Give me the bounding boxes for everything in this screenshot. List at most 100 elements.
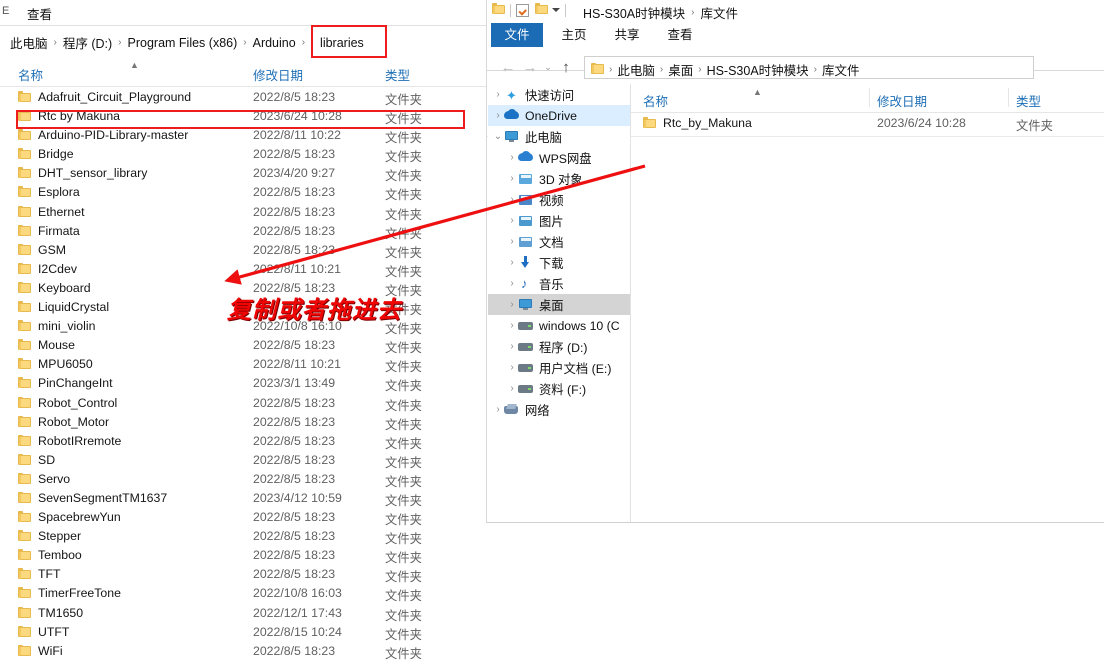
tab-view[interactable]: 查看	[27, 4, 52, 23]
left-address-bar[interactable]: 此电脑 › 程序 (D:) › Program Files (x86) › Ar…	[0, 27, 486, 85]
properties-checkbox-icon[interactable]	[516, 3, 529, 17]
breadcrumb-item-3[interactable]: Arduino	[252, 36, 297, 50]
column-header-type[interactable]: 类型	[1016, 91, 1041, 110]
column-header-type[interactable]: 类型	[385, 65, 410, 84]
tab-share[interactable]: 共享	[604, 23, 650, 47]
tree-item-8[interactable]: › 下载	[488, 252, 630, 273]
table-row[interactable]: TimerFreeTone 2022/10/8 16:03 文件夹	[0, 584, 486, 603]
table-row[interactable]: Rtc by Makuna 2023/6/24 10:28 文件夹	[0, 107, 486, 126]
chevron-right-icon[interactable]: ›	[506, 173, 518, 184]
chevron-right-icon[interactable]: ›	[492, 404, 504, 415]
tree-item-15[interactable]: › 网络	[488, 399, 630, 420]
breadcrumb-item-1[interactable]: 程序 (D:)	[62, 33, 113, 52]
tab-file-truncated[interactable]: E	[2, 5, 9, 17]
table-row[interactable]: Robot_Motor 2022/8/5 18:23 文件夹	[0, 413, 486, 432]
folder-icon	[18, 358, 31, 370]
left-column-header: 名称 ▲ 修改日期 类型	[0, 58, 486, 87]
column-divider[interactable]	[869, 88, 870, 107]
tab-view[interactable]: 查看	[657, 23, 703, 47]
tree-item-4[interactable]: › 3D 对象	[488, 168, 630, 189]
address-crumb-2[interactable]: HS-S30A时钟模块	[707, 60, 809, 79]
table-row[interactable]: PinChangeInt 2023/3/1 13:49 文件夹	[0, 374, 486, 393]
chevron-right-icon[interactable]: ›	[506, 362, 518, 373]
column-divider[interactable]	[1008, 88, 1009, 107]
table-row[interactable]: UTFT 2022/8/15 10:24 文件夹	[0, 623, 486, 642]
chevron-right-icon[interactable]: ›	[506, 215, 518, 226]
chevron-right-icon[interactable]: ›	[506, 152, 518, 163]
table-row[interactable]: DHT_sensor_library 2023/4/20 9:27 文件夹	[0, 164, 486, 183]
customize-dropdown-icon[interactable]	[552, 8, 560, 12]
chevron-right-icon[interactable]: ›	[506, 341, 518, 352]
chevron-right-icon[interactable]: ›	[506, 194, 518, 205]
column-header-date[interactable]: 修改日期	[253, 65, 303, 84]
breadcrumb-item-0[interactable]: 此电脑	[9, 33, 49, 52]
tree-item-0[interactable]: › ✦ 快速访问	[488, 84, 630, 105]
new-folder-icon[interactable]	[535, 3, 548, 17]
up-arrow-icon[interactable]: ↑	[555, 59, 577, 76]
table-row[interactable]: Rtc_by_Makuna 2023/6/24 10:28 文件夹	[631, 113, 1104, 135]
table-row[interactable]: Bridge 2022/8/5 18:23 文件夹	[0, 145, 486, 164]
left-file-list[interactable]: Adafruit_Circuit_Playground 2022/8/5 18:2…	[0, 88, 486, 660]
tree-item-13[interactable]: › 用户文档 (E:)	[488, 357, 630, 378]
column-header-name[interactable]: 名称	[18, 65, 43, 84]
column-header-name[interactable]: 名称	[643, 91, 668, 110]
table-row[interactable]: Stepper 2022/8/5 18:23 文件夹	[0, 527, 486, 546]
file-type-cell: 文件夹	[385, 150, 422, 165]
forward-arrow-icon[interactable]: →	[519, 59, 541, 76]
recent-locations-icon[interactable]: ⌄	[541, 62, 555, 73]
chevron-right-icon[interactable]: ›	[492, 110, 504, 121]
address-crumb-3[interactable]: 库文件	[822, 60, 860, 79]
tree-item-12[interactable]: › 程序 (D:)	[488, 336, 630, 357]
table-row[interactable]: Firmata 2022/8/5 18:23 文件夹	[0, 222, 486, 241]
column-header-date[interactable]: 修改日期	[877, 91, 927, 110]
tree-item-3[interactable]: › WPS网盘	[488, 147, 630, 168]
chevron-right-icon[interactable]: ›	[506, 320, 518, 331]
right-file-list[interactable]: Rtc_by_Makuna 2023/6/24 10:28 文件夹	[631, 113, 1104, 135]
table-row[interactable]: SevenSegmentTM1637 2023/4/12 10:59 文件夹	[0, 489, 486, 508]
tree-item-2[interactable]: ⌄ 此电脑	[488, 126, 630, 147]
tab-home[interactable]: 主页	[551, 23, 597, 47]
table-row[interactable]: Mouse 2022/8/5 18:23 文件夹	[0, 336, 486, 355]
table-row[interactable]: Esplora 2022/8/5 18:23 文件夹	[0, 183, 486, 202]
back-arrow-icon[interactable]: ←	[497, 59, 519, 76]
chevron-right-icon[interactable]: ›	[506, 236, 518, 247]
folder-icon[interactable]	[492, 3, 505, 17]
chevron-down-icon[interactable]: ⌄	[492, 131, 504, 142]
tree-item-9[interactable]: › ♪ 音乐	[488, 273, 630, 294]
table-row[interactable]: Temboo 2022/8/5 18:23 文件夹	[0, 546, 486, 565]
table-row[interactable]: WiFi 2022/8/5 18:23 文件夹	[0, 642, 486, 660]
table-row[interactable]: GSM 2022/8/5 18:23 文件夹	[0, 241, 486, 260]
chevron-right-icon[interactable]: ›	[506, 383, 518, 394]
breadcrumb-item-2[interactable]: Program Files (x86)	[127, 36, 239, 50]
tree-item-11[interactable]: › windows 10 (C	[488, 315, 630, 336]
tree-item-6[interactable]: › 图片	[488, 210, 630, 231]
quick-access-toolbar[interactable]	[492, 3, 571, 17]
table-row[interactable]: SD 2022/8/5 18:23 文件夹	[0, 451, 486, 470]
tree-item-7[interactable]: › 文档	[488, 231, 630, 252]
tree-item-1[interactable]: › OneDrive	[488, 105, 630, 126]
table-row[interactable]: MPU6050 2022/8/11 10:21 文件夹	[0, 355, 486, 374]
address-crumb-1[interactable]: 桌面	[668, 60, 693, 79]
chevron-right-icon[interactable]: ›	[492, 89, 504, 100]
table-row[interactable]: SpacebrewYun 2022/8/5 18:23 文件夹	[0, 508, 486, 527]
table-row[interactable]: Ethernet 2022/8/5 18:23 文件夹	[0, 203, 486, 222]
table-row[interactable]: RobotIRremote 2022/8/5 18:23 文件夹	[0, 432, 486, 451]
navigation-tree-pane[interactable]: › ✦ 快速访问 › OneDrive ⌄ 此电脑 › WPS网盘 › 3D 对象 › 视频 › 图片 › 文档…	[488, 84, 631, 522]
table-row[interactable]: TFT 2022/8/5 18:23 文件夹	[0, 565, 486, 584]
tree-item-10[interactable]: › 桌面	[488, 294, 630, 315]
chevron-right-icon[interactable]: ›	[506, 278, 518, 289]
table-row[interactable]: Robot_Control 2022/8/5 18:23 文件夹	[0, 394, 486, 413]
table-row[interactable]: Servo 2022/8/5 18:23 文件夹	[0, 470, 486, 489]
table-row[interactable]: I2Cdev 2022/8/11 10:21 文件夹	[0, 260, 486, 279]
tab-file[interactable]: 文件	[491, 23, 543, 47]
tree-item-14[interactable]: › 资料 (F:)	[488, 378, 630, 399]
table-row[interactable]: TM1650 2022/12/1 17:43 文件夹	[0, 604, 486, 623]
chevron-right-icon[interactable]: ›	[506, 299, 518, 310]
table-row[interactable]: Arduino-PID-Library-master 2022/8/11 10:2…	[0, 126, 486, 145]
tree-item-5[interactable]: › 视频	[488, 189, 630, 210]
address-crumb-0[interactable]: 此电脑	[617, 60, 655, 79]
address-input[interactable]: › 此电脑 › 桌面 › HS-S30A时钟模块 › 库文件	[584, 56, 1034, 79]
file-date-cell: 2023/3/1 13:49	[253, 376, 336, 391]
table-row[interactable]: Adafruit_Circuit_Playground 2022/8/5 18:2…	[0, 88, 486, 107]
chevron-right-icon[interactable]: ›	[506, 257, 518, 268]
